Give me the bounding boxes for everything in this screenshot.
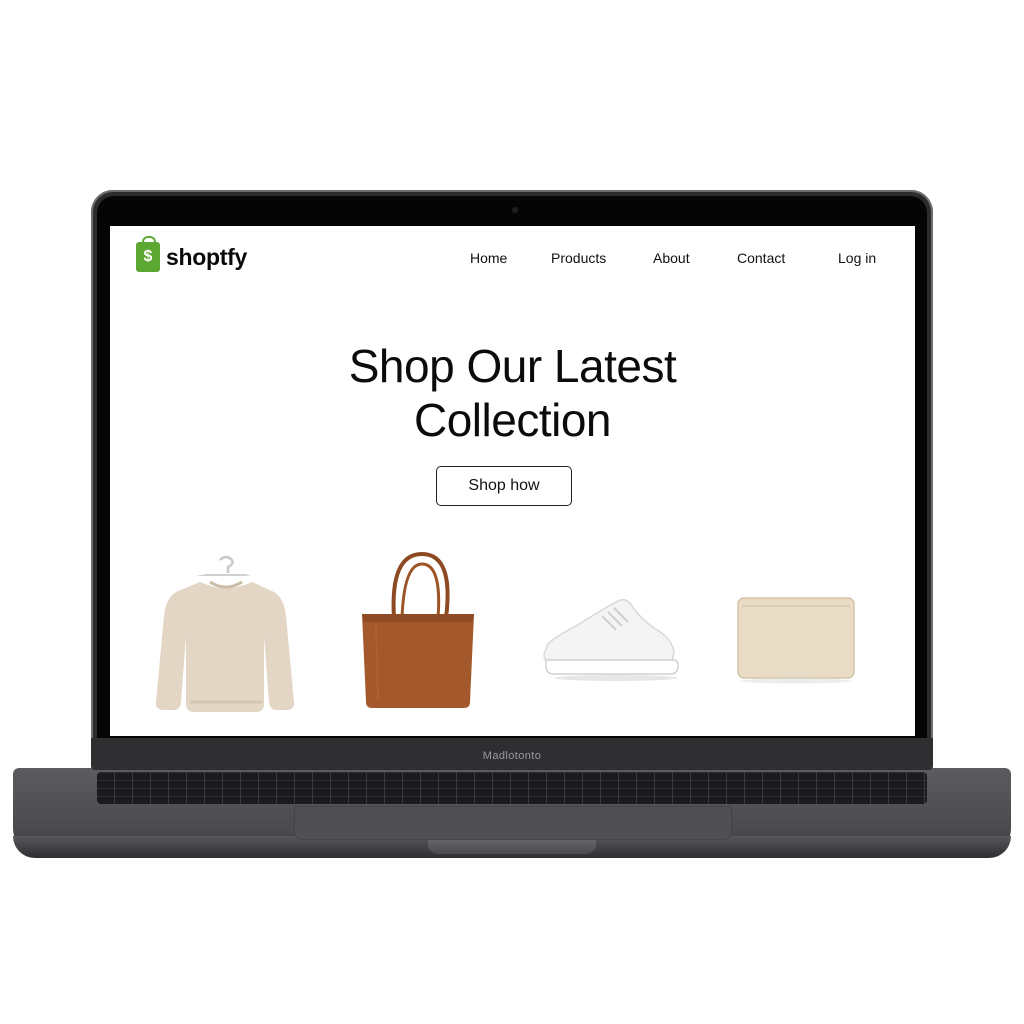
tote-bag-product-image[interactable]: [358, 552, 480, 710]
keyboard: [97, 772, 927, 804]
nav-link-about[interactable]: About: [653, 250, 690, 266]
pouch-product-image[interactable]: [734, 594, 858, 684]
main-nav: Home Products About Contact Log in: [110, 250, 915, 270]
laptop-brand-label: Madlotonto: [482, 750, 542, 762]
shop-now-button[interactable]: Shop how: [436, 466, 572, 506]
sneaker-product-image[interactable]: [542, 598, 682, 686]
browser-viewport: $ shoptfy Home Products About Contact Lo…: [110, 226, 915, 736]
nav-link-login[interactable]: Log in: [838, 250, 876, 266]
trackpad: [294, 806, 732, 840]
hero-title-line-1: Shop Our Latest: [348, 340, 677, 392]
camera-icon: [512, 207, 518, 213]
nav-link-products[interactable]: Products: [551, 250, 606, 266]
hero-title: Shop Our Latest Collection: [110, 339, 915, 447]
nav-link-contact[interactable]: Contact: [737, 250, 785, 266]
nav-link-home[interactable]: Home: [470, 250, 507, 266]
laptop-chin: Madlotonto: [91, 738, 933, 770]
hero-title-line-2: Collection: [414, 394, 612, 446]
sweatshirt-product-image[interactable]: [156, 552, 296, 722]
